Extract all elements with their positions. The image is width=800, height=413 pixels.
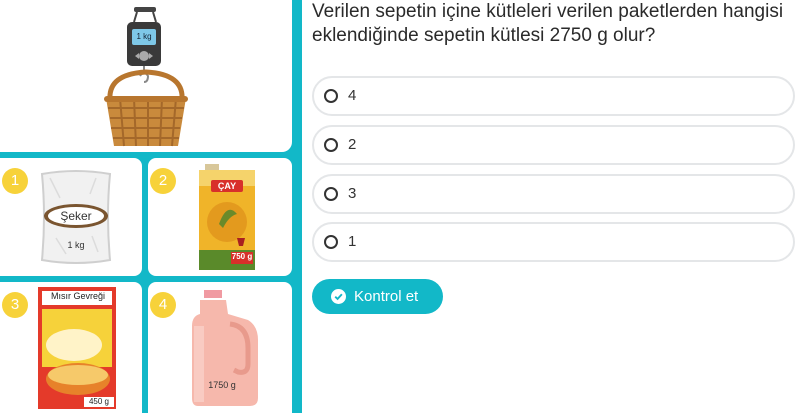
radio-icon[interactable] (324, 235, 338, 249)
item-number-badge: 4 (150, 292, 176, 318)
answer-option-1[interactable]: 4 (312, 76, 795, 116)
answer-option-3[interactable]: 3 (312, 174, 795, 214)
item-1-mass: 1 kg (67, 240, 85, 250)
item-number-badge: 1 (2, 168, 28, 194)
check-answer-button[interactable]: Kontrol et (312, 279, 443, 314)
answer-option-label: 1 (348, 233, 357, 250)
answer-option-4[interactable]: 1 (312, 222, 795, 262)
answer-option-label: 4 (348, 87, 357, 104)
item-3-mass: 450 g (88, 397, 110, 406)
item-2-mass: 750 g (231, 252, 253, 261)
item-card-4: 4 1750 g (148, 282, 292, 413)
check-answer-label: Kontrol et (354, 288, 419, 305)
answer-option-label: 3 (348, 185, 357, 202)
item-card-1: 1 Şeker 1 kg (0, 158, 142, 276)
radio-icon[interactable] (324, 138, 338, 152)
answer-option-label: 2 (348, 136, 357, 153)
item-card-3: 3 Mısır Gevreği 450 g (0, 282, 142, 413)
scale-card: 1 kg (0, 0, 292, 152)
radio-icon[interactable] (324, 187, 338, 201)
scale-display: 1 kg (136, 32, 152, 41)
item-card-2: 2 ÇAY 750 g (148, 158, 292, 276)
hanging-scale-icon (104, 7, 188, 147)
radio-icon[interactable] (324, 89, 338, 103)
check-circle-icon (331, 289, 346, 304)
item-4-mass: 1750 g (208, 380, 236, 390)
item-3-name: Mısır Gevreği (50, 291, 105, 301)
item-1-name: Şeker (60, 209, 92, 223)
item-number-badge: 3 (2, 292, 28, 318)
item-2-name: ÇAY (217, 181, 237, 191)
question-text: Verilen sepetin içine kütleleri verilen … (312, 1, 784, 46)
cereal-box-icon (38, 287, 116, 409)
image-panel: 1 kg 1 Şeker 1 kg 2 ÇAY 750 g 3 Mısır Ge… (0, 0, 302, 413)
answer-option-2[interactable]: 2 (312, 125, 795, 165)
item-number-badge: 2 (150, 168, 176, 194)
